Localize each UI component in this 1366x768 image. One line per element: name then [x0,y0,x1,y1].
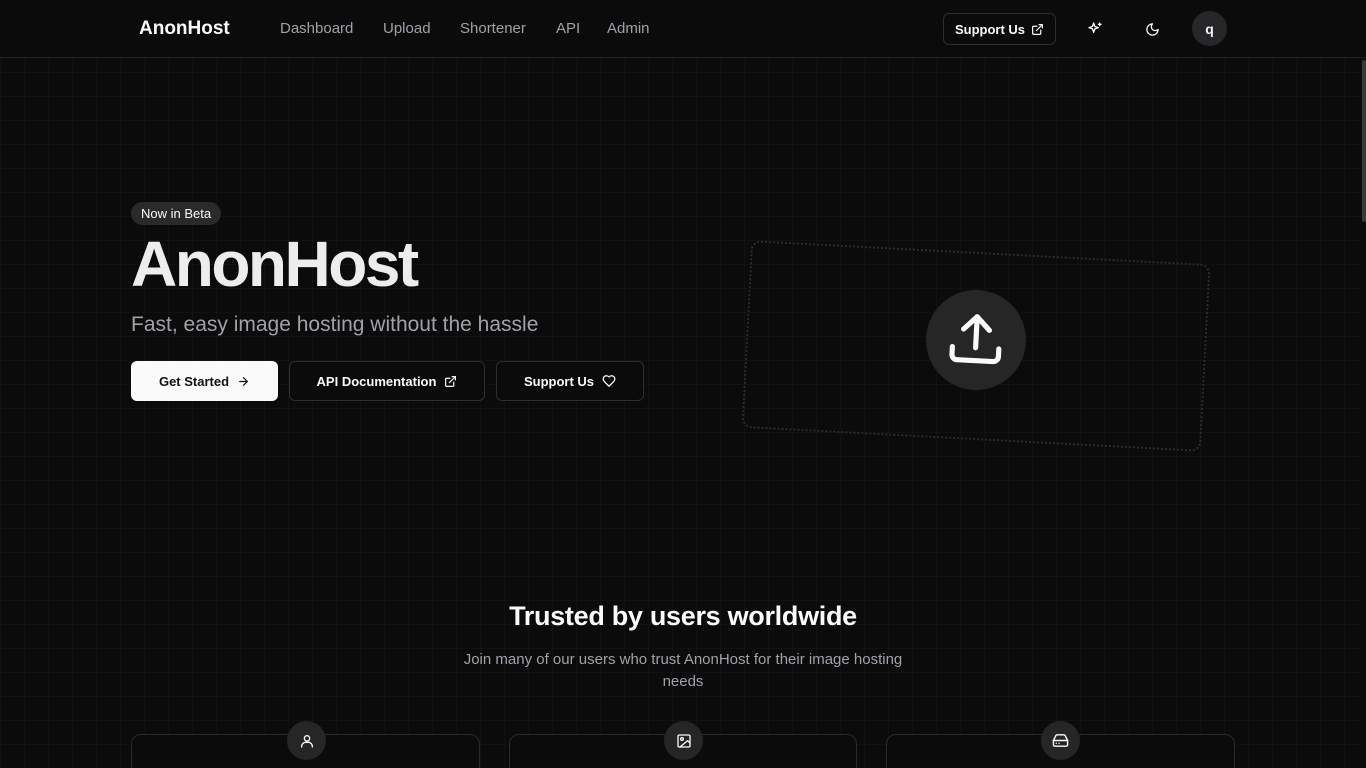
stat-icon-storage [1041,721,1080,760]
page-scrollbar-thumb[interactable] [1362,60,1366,222]
brand-logo[interactable]: AnonHost [139,18,230,40]
nav-link-admin[interactable]: Admin [607,20,650,37]
nav-link-upload[interactable]: Upload [383,20,431,37]
trusted-title: Trusted by users worldwide [509,601,857,631]
upload-button[interactable] [926,290,1026,390]
upload-icon [949,314,1002,365]
user-icon [300,734,313,748]
moon-icon [1145,22,1159,36]
arrow-right-icon [239,376,248,386]
sparkles-button[interactable] [1078,12,1112,46]
get-started-label: Get Started [158,373,230,389]
stat-icon-images [664,721,703,760]
support-us-hero-button[interactable]: Support Us [496,361,644,401]
heart-icon [602,375,616,387]
external-link-icon [445,375,457,387]
support-us-nav-button[interactable]: Support Us [943,13,1056,45]
user-avatar[interactable]: q [1192,11,1227,46]
nav-link-shortener[interactable]: Shortener [460,20,526,37]
hero-subtitle: Fast, easy image hosting without the has… [131,313,539,336]
theme-toggle-button[interactable] [1135,12,1169,46]
beta-badge: Now in Beta [131,202,222,225]
trusted-description: Join many of our users who trust AnonHos… [463,651,903,690]
nav-link-api[interactable]: API [556,20,580,37]
top-navbar: AnonHost Dashboard Upload Shortener API … [0,0,1366,58]
image-icon [676,733,691,748]
stat-icon-users [287,721,326,760]
hard-drive-icon [1052,734,1069,747]
api-documentation-label: API Documentation [316,373,437,389]
external-link-icon [1032,23,1044,35]
get-started-button[interactable]: Get Started [131,361,278,401]
support-us-nav-label: Support Us [954,21,1026,37]
sparkles-icon [1088,22,1102,33]
hero-title: AnonHost [131,228,419,300]
api-documentation-button[interactable]: API Documentation [289,361,485,401]
support-us-hero-label: Support Us [523,373,595,389]
nav-link-dashboard[interactable]: Dashboard [280,20,353,37]
